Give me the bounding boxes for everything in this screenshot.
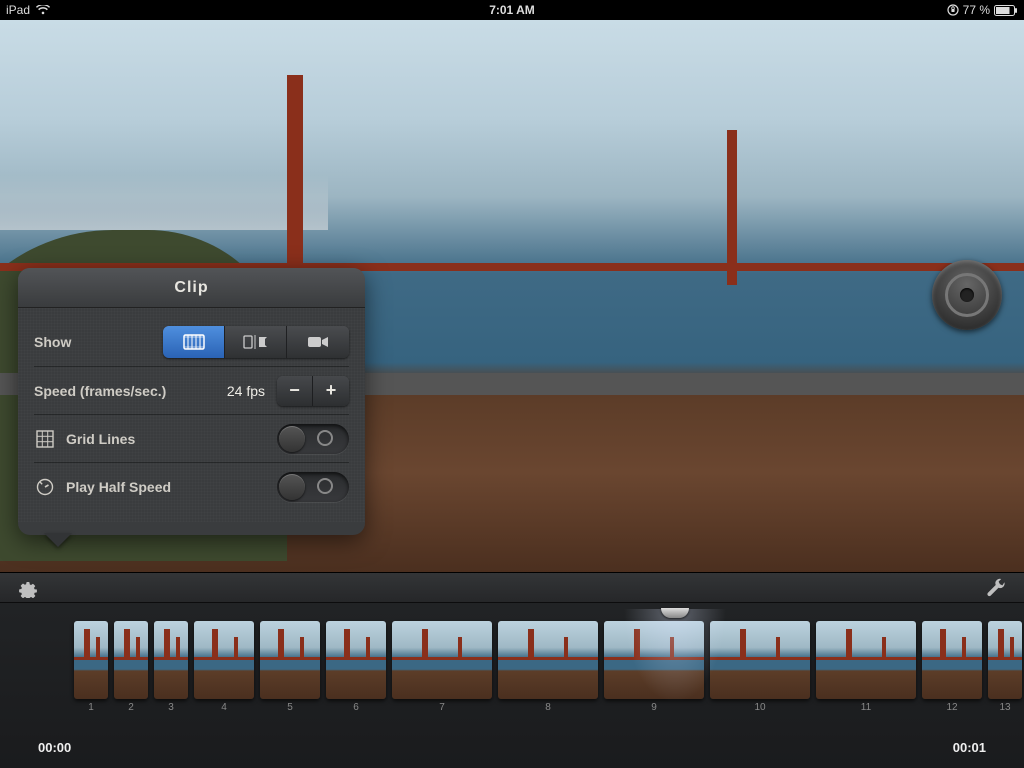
row-show: Show (34, 318, 349, 366)
tools-button[interactable] (986, 578, 1006, 598)
frame-number: 10 (710, 702, 810, 713)
clip-settings-panel: Clip Show (18, 268, 365, 535)
split-view-icon (243, 334, 269, 350)
frame-number: 8 (498, 702, 598, 713)
gear-icon (18, 578, 38, 598)
orientation-lock-icon (947, 4, 959, 16)
speed-increment-button[interactable]: + (313, 376, 349, 406)
wrench-icon (986, 578, 1006, 598)
timeline-toolbar (0, 573, 1024, 603)
timeline-frame[interactable] (922, 621, 982, 699)
toggle-off-indicator (317, 478, 333, 494)
play-half-speed-toggle[interactable] (277, 472, 349, 502)
grid-lines-toggle[interactable] (277, 424, 349, 454)
timeline[interactable]: 1234567891011121314 (0, 603, 1024, 731)
show-mode-filmstrip-button[interactable] (163, 326, 225, 358)
timecode-row: 00:00 00:01 (0, 731, 1024, 763)
capture-target-button[interactable] (932, 260, 1002, 330)
filmstrip[interactable] (74, 621, 1024, 699)
speed-label: Speed (frames/sec.) (34, 383, 227, 399)
speed-value: 24 fps (227, 383, 265, 399)
speed-decrement-button[interactable]: − (277, 376, 313, 406)
grid-lines-label: Grid Lines (66, 431, 277, 447)
frame-number: 1 (74, 702, 108, 713)
device-label: iPad (6, 3, 30, 17)
status-time: 7:01 AM (489, 3, 535, 17)
show-mode-camera-button[interactable] (287, 326, 349, 358)
timeline-frame[interactable] (154, 621, 188, 699)
battery-percent: 77 % (963, 3, 990, 17)
timeline-frame[interactable] (604, 621, 704, 699)
capture-target-dot (960, 288, 974, 302)
speed-stepper: − + (277, 376, 349, 406)
settings-button[interactable] (18, 578, 38, 598)
frame-number: 13 (988, 702, 1022, 713)
frame-number: 11 (816, 702, 916, 713)
frame-number: 3 (154, 702, 188, 713)
video-camera-icon (307, 335, 329, 349)
filmstrip-icon (183, 334, 205, 350)
play-half-speed-label: Play Half Speed (66, 479, 277, 495)
show-mode-split-button[interactable] (225, 326, 287, 358)
timeline-frame[interactable] (392, 621, 492, 699)
timeline-frame[interactable] (498, 621, 598, 699)
timeline-frame[interactable] (74, 621, 108, 699)
time-end: 00:01 (953, 740, 986, 755)
frame-number: 12 (922, 702, 982, 713)
frame-number: 7 (392, 702, 492, 713)
capture-target-ring (945, 273, 989, 317)
frame-number: 2 (114, 702, 148, 713)
panel-title: Clip (18, 268, 365, 308)
wifi-icon (36, 5, 50, 15)
timeline-frame[interactable] (988, 621, 1022, 699)
frame-number: 4 (194, 702, 254, 713)
timeline-frame[interactable] (816, 621, 916, 699)
frame-number: 9 (604, 702, 704, 713)
grid-icon (34, 430, 56, 448)
frame-number: 6 (326, 702, 386, 713)
timeline-frame[interactable] (114, 621, 148, 699)
timeline-frame[interactable] (194, 621, 254, 699)
toggle-knob (279, 426, 305, 452)
row-play-half-speed: Play Half Speed (34, 462, 349, 510)
timeline-bar: 1234567891011121314 00:00 00:01 (0, 572, 1024, 768)
frame-number: 5 (260, 702, 320, 713)
timeline-frame[interactable] (710, 621, 810, 699)
row-grid-lines: Grid Lines (34, 414, 349, 462)
half-speed-icon (34, 478, 56, 496)
frame-number-row: 1234567891011121314 (74, 702, 1024, 713)
toggle-knob (279, 474, 305, 500)
row-speed: Speed (frames/sec.) 24 fps − + (34, 366, 349, 414)
battery-icon (994, 5, 1018, 16)
show-label: Show (34, 334, 163, 350)
time-start: 00:00 (38, 740, 71, 755)
status-bar: iPad 7:01 AM 77 % (0, 0, 1024, 20)
toggle-off-indicator (317, 430, 333, 446)
playhead-cap (661, 608, 689, 618)
timeline-frame[interactable] (260, 621, 320, 699)
timeline-frame[interactable] (326, 621, 386, 699)
show-mode-segment (163, 326, 349, 358)
